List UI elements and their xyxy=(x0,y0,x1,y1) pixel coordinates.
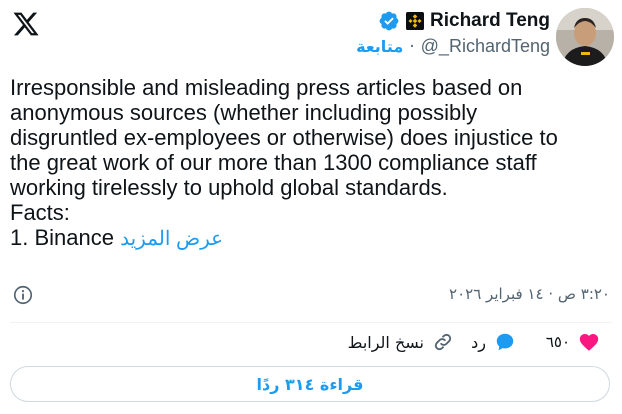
copy-link-button[interactable]: نسخ الرابط xyxy=(348,331,454,353)
author-header: Richard Teng xyxy=(378,10,550,32)
tweet-body: Irresponsible and misleading press artic… xyxy=(10,75,558,250)
x-logo-icon[interactable] xyxy=(12,10,40,38)
read-replies-button[interactable]: قراءة ٣١٤ ردًا xyxy=(10,366,610,402)
avatar[interactable] xyxy=(556,8,614,66)
like-count: ٦٥٠ xyxy=(545,333,570,351)
action-bar: ٦٥٠ رد نسخ الرابط xyxy=(10,331,612,355)
handle-row: متابعة · @_RichardTeng xyxy=(356,36,550,57)
divider xyxy=(10,322,612,323)
reply-label: رد xyxy=(471,332,486,352)
heart-icon xyxy=(579,334,599,351)
tweet-text: Irresponsible and misleading press artic… xyxy=(10,75,610,252)
tweet-timestamp[interactable]: ٣:٢٠ ص · ١٤ فبراير ٢٠٢٦ xyxy=(449,285,610,303)
reply-bubble-icon xyxy=(496,333,514,351)
verified-badge-icon xyxy=(379,11,399,31)
info-icon[interactable] xyxy=(12,284,34,306)
separator-dot: · xyxy=(409,36,415,57)
author-handle[interactable]: @_RichardTeng xyxy=(421,36,550,57)
read-replies-label: قراءة ٣١٤ ردًا xyxy=(256,374,364,394)
show-more-link[interactable]: عرض المزيد xyxy=(120,228,223,250)
follow-button[interactable]: متابعة xyxy=(356,37,403,56)
link-icon xyxy=(434,333,452,351)
reply-button[interactable]: رد xyxy=(471,331,516,353)
copy-link-label: نسخ الرابط xyxy=(347,332,424,352)
avatar-image xyxy=(556,8,614,66)
like-button[interactable]: ٦٥٠ xyxy=(546,331,600,353)
author-name[interactable]: Richard Teng xyxy=(430,10,550,32)
binance-affiliate-icon[interactable] xyxy=(406,12,424,30)
